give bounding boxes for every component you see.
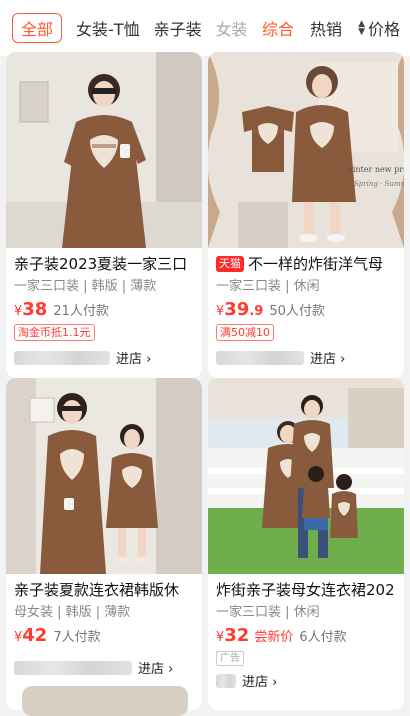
product-image[interactable] [208, 378, 404, 574]
enter-shop-link[interactable]: 进店 › [138, 658, 173, 677]
product-title[interactable]: 亲子装夏款连衣裙韩版休 [14, 580, 194, 600]
product-card[interactable]: 亲子装夏款连衣裙韩版休 母女装 | 韩版 | 薄款 ¥ 42 7人付款 进店 › [6, 378, 202, 710]
category-tabs: 全部 女装-T恤 亲子装 女装 [0, 0, 246, 56]
shop-name-blurred [216, 673, 236, 688]
currency: ¥ [216, 630, 225, 645]
product-title-text: 亲子装夏款连衣裙韩版休 [14, 581, 180, 599]
sort-tabs: 综合 热销 ▲ ▼ 价格 [246, 0, 410, 56]
product-attrs: 母女装 | 韩版 | 薄款 [14, 605, 131, 620]
product-title[interactable]: 亲子装2023夏装一家三口 [14, 254, 194, 274]
enter-shop-link[interactable]: 进店 › [116, 348, 151, 367]
sort-price[interactable]: ▲ ▼ 价格 [358, 16, 400, 40]
product-photo-1 [6, 52, 202, 248]
shop-row[interactable]: 进店 › [216, 671, 396, 690]
product-title[interactable]: 天猫 不一样的炸街洋气母 [216, 254, 396, 274]
sold-count: 6人付款 [299, 630, 347, 645]
currency: ¥ [14, 630, 23, 645]
shop-name-blurred [216, 350, 304, 365]
product-attrs: 一家三口装 | 休闲 [216, 279, 320, 294]
currency: ¥ [216, 304, 225, 319]
price: 42 [22, 625, 48, 646]
shop-row[interactable]: 进店 › [216, 348, 396, 367]
product-card[interactable]: 亲子装2023夏装一家三口 一家三口装 | 韩版 | 薄款 ¥ 38 21人付款… [6, 52, 202, 378]
ad-badge: 广告 [216, 651, 244, 666]
photo-caption-2: Spring · Summer [354, 180, 404, 188]
product-title[interactable]: 炸街亲子装母女连衣裙202 [216, 580, 396, 600]
price-row: ¥ 38 21人付款 [14, 299, 194, 320]
tab-women[interactable]: 女装 [216, 13, 246, 43]
tab-parent-child[interactable]: 亲子装 [154, 13, 202, 43]
tab-all[interactable]: 全部 [12, 13, 63, 43]
currency: ¥ [14, 304, 23, 319]
price: 39 [224, 299, 250, 320]
shop-name-blurred [14, 350, 110, 365]
price-row: ¥ 42 7人付款 [14, 625, 194, 646]
product-image[interactable] [6, 378, 202, 574]
price: 32 [224, 625, 250, 646]
photo-caption-1: winter new products [346, 165, 404, 174]
product-title-text: 亲子装2023夏装一家三口 [14, 255, 188, 273]
product-attrs: 一家三口装 | 韩版 | 薄款 [14, 279, 157, 294]
sold-count: 7人付款 [53, 630, 101, 645]
price-decimal: .9 [249, 304, 264, 319]
tmall-badge: 天猫 [216, 256, 244, 272]
sold-count: 21人付款 [53, 304, 109, 319]
sort-overall[interactable]: 综合 [262, 16, 294, 40]
product-card-partial[interactable] [22, 686, 188, 716]
price-row: ¥ 32 尝新价 6人付款 [216, 625, 396, 646]
product-image[interactable] [6, 52, 202, 248]
shop-row[interactable]: 进店 › [14, 348, 194, 367]
promo-badge: 淘金币抵1.1元 [14, 324, 95, 341]
product-card[interactable]: 炸街亲子装母女连衣裙202 一家三口装 | 休闲 ¥ 32 尝新价 6人付款 广… [208, 378, 404, 710]
promo-badge: 满50减10 [216, 324, 274, 341]
shop-name-blurred [14, 660, 132, 675]
sort-price-label: 价格 [367, 20, 400, 39]
shop-row[interactable]: 进店 › [14, 658, 194, 677]
product-photo-2: winter new products Spring · Summer [208, 52, 404, 248]
product-title-text: 炸街亲子装母女连衣裙202 [216, 581, 395, 599]
product-photo-3 [6, 378, 202, 574]
sold-count: 50人付款 [269, 304, 325, 319]
enter-shop-link[interactable]: 进店 › [242, 671, 277, 690]
product-photo-4 [208, 378, 404, 574]
price-row: ¥ 39 .9 50人付款 [216, 299, 396, 320]
product-image[interactable]: winter new products Spring · Summer [208, 52, 404, 248]
sort-arrows-icon: ▲ ▼ [358, 19, 365, 37]
product-title-text: 不一样的炸街洋气母 [248, 255, 384, 273]
tab-women-tshirt[interactable]: 女装-T恤 [76, 13, 140, 43]
try-new-price-label: 尝新价 [254, 630, 294, 645]
price: 38 [22, 299, 48, 320]
filter-bar: 全部 女装-T恤 亲子装 女装 综合 热销 ▲ ▼ 价格 [0, 0, 410, 56]
product-attrs: 一家三口装 | 休闲 [216, 605, 320, 620]
product-card[interactable]: winter new products Spring · Summer 天猫 不… [208, 52, 404, 378]
sort-hot[interactable]: 热销 [310, 16, 342, 40]
enter-shop-link[interactable]: 进店 › [310, 348, 345, 367]
